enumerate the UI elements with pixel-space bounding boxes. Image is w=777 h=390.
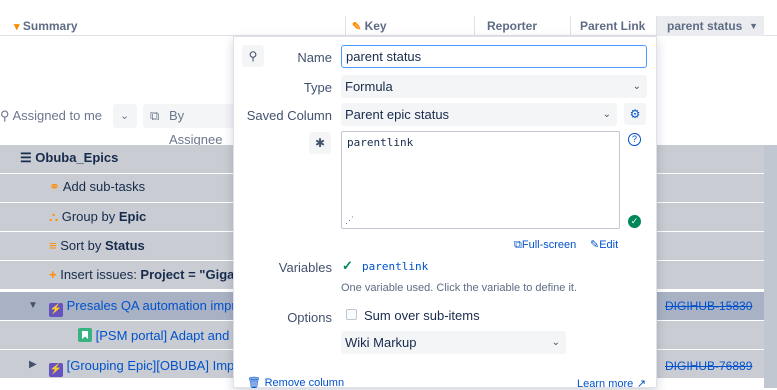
header-divider <box>345 16 346 36</box>
list-item[interactable]: ☰ Obuba_Epics <box>20 149 118 167</box>
chevron-down-icon: ▼ <box>749 21 758 31</box>
issue-summary: Presales QA automation impro <box>66 298 243 313</box>
name-label: Name <box>297 50 332 65</box>
formula-editor[interactable]: parentlink ⋰ <box>341 131 620 229</box>
chevron-down-icon: ⌄ <box>120 110 130 122</box>
hierarchy-icon: ⛬ <box>49 209 59 224</box>
link-icon: ⚭ <box>49 179 60 194</box>
type-label: Type <box>303 80 332 95</box>
resize-handle-icon[interactable]: ⋰ <box>345 216 354 226</box>
list-item-label: Add sub-tasks <box>62 179 146 194</box>
header-divider <box>474 16 475 36</box>
list-item-label: Obuba_Epics <box>35 150 119 165</box>
variable-defined-check-icon: ✓ <box>342 258 353 273</box>
issue-summary: [PSM portal] Adapt and a <box>95 328 241 343</box>
chevron-down-icon: ⌄ <box>632 81 641 92</box>
formula-text: parentlink <box>347 136 414 149</box>
column-editor-popup: ⚲ Name parent status Type Formula ⌄ Saved… <box>233 36 657 390</box>
list-item[interactable]: ≡ Sort by Status <box>49 237 145 255</box>
sum-over-subitems-label: Sum over sub-items <box>364 308 480 323</box>
list-item-label-bold: Project = "Giga <box>140 267 235 282</box>
group-icon: ⧉ <box>150 108 160 123</box>
expand-toggle-icon[interactable]: ▶ <box>29 356 37 374</box>
help-icon[interactable]: ? <box>628 133 641 146</box>
remove-column-label: Remove column <box>264 377 345 389</box>
chevron-down-icon: ⌄ <box>602 109 611 120</box>
variables-label: Variables <box>278 260 332 275</box>
header-reporter[interactable]: Reporter <box>487 16 537 36</box>
issue-summary: [Grouping Epic][OBUBA] Impro <box>66 358 246 373</box>
header-key-label: Key <box>364 19 387 33</box>
issue-link[interactable]: ⚡ Presales QA automation impro <box>49 297 243 317</box>
options-label: Options <box>287 310 332 325</box>
fullscreen-icon: ⧉ <box>514 239 522 251</box>
filter-dropdown-button[interactable]: ⌄ <box>113 104 137 128</box>
edit-link[interactable]: ✎Edit <box>590 236 618 251</box>
name-input[interactable]: parent status <box>341 45 647 68</box>
header-summary[interactable]: ▾ Summary <box>14 16 78 36</box>
filter-assigned-label: Assigned to me <box>12 108 103 123</box>
list-item[interactable]: ⛬ Group by Epic <box>49 208 146 226</box>
learn-more-label: Learn more <box>577 378 634 390</box>
type-select-value: Formula <box>345 79 393 94</box>
header-divider <box>570 16 571 36</box>
trash-icon: 🗑 <box>247 377 261 389</box>
column-header-row: ▾ Summary ✎ Key Reporter Parent Link par… <box>0 16 777 36</box>
expand-toggle-icon[interactable]: ▼ <box>28 297 38 315</box>
issue-key[interactable]: DIGIHUB-76889 <box>665 359 752 373</box>
edit-label: Edit <box>599 239 619 251</box>
saved-column-select[interactable]: Parent epic status ⌄ <box>341 103 617 126</box>
type-select[interactable]: Formula ⌄ <box>341 75 647 98</box>
markup-value: Wiki Markup <box>345 335 417 350</box>
variables-hint: One variable used. Click the variable to… <box>341 282 578 294</box>
list-item[interactable]: ⚭ Add sub-tasks <box>49 178 145 196</box>
list-item-label: Insert issues: <box>60 267 141 282</box>
header-parent-status-label: parent status <box>667 19 743 33</box>
list-item-label: Sort by <box>60 238 106 253</box>
header-parent-link[interactable]: Parent Link <box>580 16 645 36</box>
pin-icon: ✎ <box>352 21 362 33</box>
filter-assigned-to-me[interactable]: ⚲ Assigned to me <box>0 104 102 128</box>
header-parent-status[interactable]: parent status ▼ <box>657 16 764 36</box>
story-icon <box>78 328 92 342</box>
saved-column-label: Saved Column <box>246 108 332 123</box>
sum-over-subitems-checkbox[interactable] <box>346 309 357 320</box>
chevron-down-icon: ⌄ <box>551 337 560 348</box>
list-item-label-bold: Epic <box>118 209 147 224</box>
header-key[interactable]: ✎ Key <box>352 16 387 36</box>
column-settings-icon[interactable]: ⚙ <box>624 103 646 125</box>
list-item-label-bold: Status <box>105 238 145 253</box>
issue-link[interactable]: [PSM portal] Adapt and a <box>78 327 240 345</box>
vertical-scrollbar[interactable] <box>764 145 777 388</box>
filter-by-assignee[interactable]: ⧉ By Assignee <box>143 104 238 147</box>
list-item-label: Group by <box>61 209 119 224</box>
epic-icon: ⚡ <box>49 303 63 317</box>
header-summary-label: Summary <box>22 19 78 33</box>
pin-icon: ▾ <box>14 21 20 33</box>
full-screen-link[interactable]: ⧉Full-screen <box>514 236 576 252</box>
valid-check-icon: ✓ <box>628 215 641 228</box>
list-item[interactable]: + Insert issues: Project = "Giga <box>49 266 234 284</box>
markup-select[interactable]: Wiki Markup ⌄ <box>341 331 566 354</box>
pencil-icon: ✎ <box>590 239 600 251</box>
search-icon: ⚲ <box>0 108 10 123</box>
variable-parentlink[interactable]: parentlink <box>362 260 428 273</box>
list-tree-icon: ☰ <box>20 150 32 165</box>
debug-icon[interactable]: ✱ <box>309 132 331 154</box>
issue-key[interactable]: DIGIHUB-15830 <box>665 299 752 313</box>
epic-icon: ⚡ <box>49 363 63 377</box>
sort-icon: ≡ <box>49 238 57 253</box>
saved-column-value: Parent epic status <box>345 107 450 122</box>
issue-link[interactable]: ⚡ [Grouping Epic][OBUBA] Impro <box>49 357 246 377</box>
pin-icon[interactable]: ⚲ <box>242 45 264 67</box>
plus-icon: + <box>49 267 57 282</box>
full-screen-label: Full-screen <box>521 239 577 251</box>
external-link-icon: ↗ <box>636 378 647 390</box>
remove-column-link[interactable]: 🗑 Remove column <box>247 374 344 389</box>
